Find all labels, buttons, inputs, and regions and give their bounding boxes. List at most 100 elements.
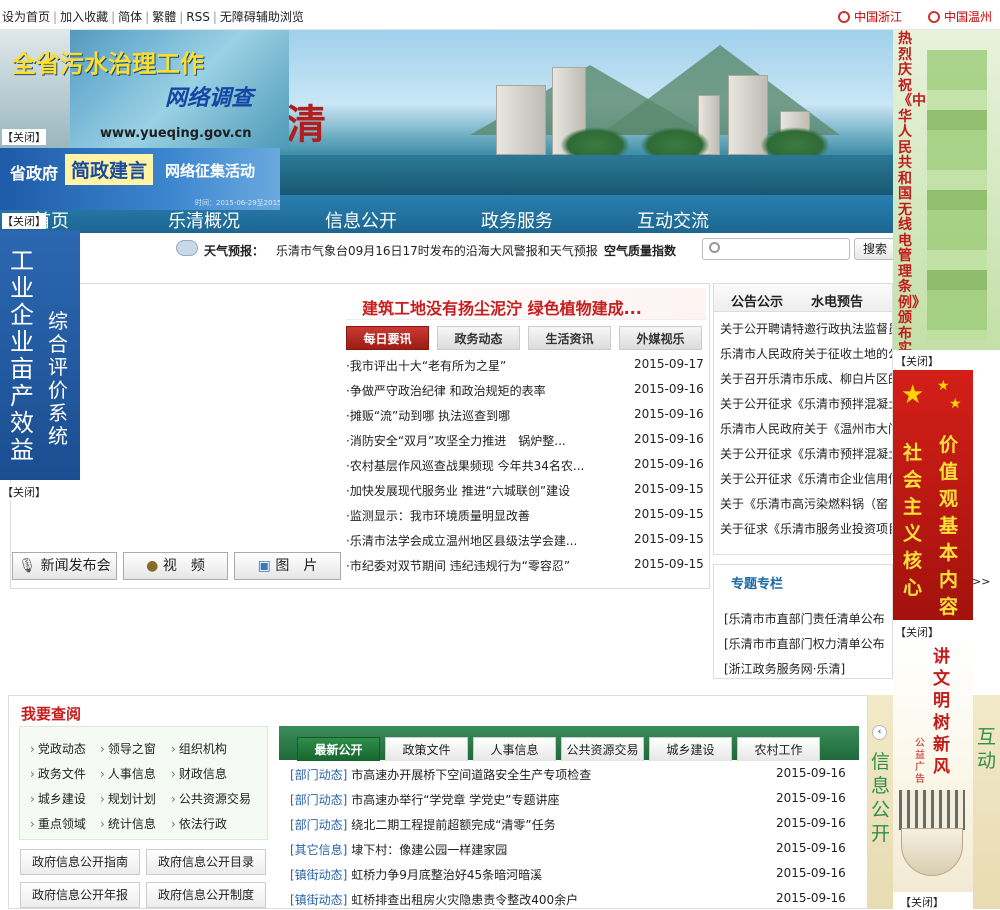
tab-public-resources[interactable]: 公共资源交易: [561, 737, 644, 761]
core-values-ad[interactable]: ★ ★ ★ 社会主义核心 价值观基本内容: [893, 370, 973, 620]
region-zhejiang-link[interactable]: 中国浙江: [838, 8, 902, 25]
news-date: 2015-09-16: [634, 382, 704, 396]
special-item[interactable]: [乐清市市直部门责任清单公布: [724, 610, 894, 627]
industry-evaluation-ad[interactable]: 工业企业亩产效益 综合评价系统: [0, 230, 80, 480]
latest-row[interactable]: [镇街动态] 虹桥排查出租房火灾隐患责令整改400余户 2015-09-16: [290, 891, 850, 908]
button-label: 视 频: [162, 558, 205, 574]
category-link[interactable]: › 组织机构: [171, 740, 227, 757]
region-wenzhou-link[interactable]: 中国温州: [928, 8, 992, 25]
notice-item[interactable]: 关于召开乐清市乐成、柳白片区的: [720, 370, 892, 387]
news-item[interactable]: ·农村基层作风巡查战果频现 今年共34名农... 2015-09-16: [346, 457, 704, 474]
notice-item[interactable]: 关于公开征求《乐清市预拌混凝土: [720, 395, 892, 412]
disclosure-rules-button[interactable]: 政府信息公开制度: [146, 882, 266, 908]
news-item[interactable]: ·争做严守政治纪律 和政治规矩的表率 2015-09-16: [346, 382, 704, 399]
press-conference-button[interactable]: 🎙 新闻发布会: [12, 552, 117, 580]
traditional-link[interactable]: 繁體: [152, 10, 176, 24]
nav-info-disclosure[interactable]: 信息公开: [325, 207, 397, 233]
category-link[interactable]: › 人事信息: [100, 765, 156, 782]
category-link[interactable]: › 依法行政: [171, 815, 227, 832]
lookup-title: 我要查阅: [21, 705, 82, 723]
notice-item[interactable]: 乐清市人民政府关于《温州市大门: [720, 420, 892, 437]
emblem-icon: [838, 11, 850, 23]
weather-forecast-link[interactable]: 乐清市气象台09月16日17时发布的沿海大风警报和天气预报: [276, 242, 598, 259]
prev-arrow-icon[interactable]: ‹: [872, 725, 887, 740]
row-category: [镇街动态]: [290, 893, 348, 907]
news-item[interactable]: ·加快发展现代服务业 推进“六城联创”建设 2015-09-15: [346, 482, 704, 499]
category-link[interactable]: › 政务文件: [30, 765, 86, 782]
close-ad-button[interactable]: 【关闭】: [2, 129, 46, 145]
rss-link[interactable]: RSS: [186, 10, 210, 24]
notice-item[interactable]: 关于征求《乐清市服务业投资项目: [720, 520, 892, 537]
tab-life-info[interactable]: 生活资讯: [528, 326, 611, 350]
special-item[interactable]: [乐清市市直部门权力清单公布: [724, 635, 894, 652]
category-link[interactable]: › 公共资源交易: [171, 790, 251, 807]
notice-item[interactable]: 关于公开征求《乐清市预拌混凝土: [720, 445, 892, 462]
latest-row[interactable]: [镇街动态] 虹桥力争9月底整治好45条暗河暗溪 2015-09-16: [290, 866, 850, 883]
radio-regulation-ad[interactable]: 热烈庆祝《中华人民共和国无线电管理条例》颁布实施22周年: [893, 30, 1000, 350]
accessibility-link[interactable]: 无障碍辅助浏览: [220, 10, 304, 24]
news-item[interactable]: ·监测显示：我市环境质量明显改善 2015-09-15: [346, 507, 704, 524]
category-link[interactable]: › 城乡建设: [30, 790, 86, 807]
video-button[interactable]: ● 视 频: [123, 552, 228, 580]
tab-rural-work[interactable]: 农村工作: [737, 737, 820, 761]
tab-latest[interactable]: 最新公开: [297, 737, 380, 761]
nav-interaction[interactable]: 互动交流: [637, 207, 709, 233]
close-ad-button[interactable]: 【关闭】: [895, 353, 939, 369]
category-link[interactable]: › 统计信息: [100, 815, 156, 832]
latest-row[interactable]: [其它信息] 埭下村：像建公园一样建家园 2015-09-16: [290, 841, 850, 858]
air-quality-link[interactable]: 空气质量指数: [604, 242, 676, 259]
special-item[interactable]: [浙江政务服务网·乐清]: [724, 660, 894, 677]
suggestion-campaign-ad[interactable]: 省政府 简政建言 网络征集活动 时间：2015-06-29至2015年底: [0, 148, 280, 210]
disclosure-guide-button[interactable]: 政府信息公开指南: [20, 849, 140, 875]
tab-utility-notices[interactable]: 水电预告: [811, 291, 863, 310]
set-homepage-link[interactable]: 设为首页: [2, 10, 50, 24]
news-date: 2015-09-15: [634, 507, 704, 521]
tab-foreign-media[interactable]: 外媒视乐: [619, 326, 702, 350]
tab-personnel[interactable]: 人事信息: [473, 737, 556, 761]
disclosure-annual-report-button[interactable]: 政府信息公开年报: [20, 882, 140, 908]
close-ad-button[interactable]: 【关闭】: [895, 624, 939, 640]
category-link[interactable]: › 规划计划: [100, 790, 156, 807]
add-favorite-link[interactable]: 加入收藏: [60, 10, 108, 24]
photo-button[interactable]: ▣ 图 片: [234, 552, 341, 580]
category-link[interactable]: › 财政信息: [171, 765, 227, 782]
nav-overview[interactable]: 乐清概况: [168, 207, 240, 233]
news-item[interactable]: ·我市评出十大“老有所为之星” 2015-09-17: [346, 357, 704, 374]
notice-item[interactable]: 关于《乐清市高污染燃料锅（窑: [720, 495, 892, 512]
notice-item[interactable]: 关于公开征求《乐清市企业信用信: [720, 470, 892, 487]
latest-row[interactable]: [部门动态] 市高速办举行“学党章 学党史”专题讲座 2015-09-16: [290, 791, 850, 808]
latest-row[interactable]: [部门动态] 绕北二期工程提前超额完成“清零”任务 2015-09-16: [290, 816, 850, 833]
simplified-link[interactable]: 简体: [118, 10, 142, 24]
news-item[interactable]: ·市纪委对双节期间 违纪违规行为“零容忍” 2015-09-15: [346, 557, 704, 574]
close-ad-button[interactable]: 【关闭】: [2, 484, 46, 500]
news-item[interactable]: ·摊贩“流”动到哪 执法巡查到哪 2015-09-16: [346, 407, 704, 424]
news-item[interactable]: ·消防安全“双月”攻坚全力推进 锅炉整... 2015-09-16: [346, 432, 704, 449]
ad-subtext: 公益广告: [915, 738, 925, 785]
close-ad-button[interactable]: 【关闭】: [900, 894, 944, 910]
news-item[interactable]: ·乐清市法学会成立温州地区县级法学会建... 2015-09-15: [346, 532, 704, 549]
row-category: [部门动态]: [290, 818, 348, 832]
nav-gov-services[interactable]: 政务服务: [481, 207, 553, 233]
headline-link[interactable]: 建筑工地没有扬尘泥泞 绿色植物建成...: [362, 295, 642, 319]
tab-daily-news[interactable]: 每日要讯: [346, 326, 429, 350]
disclosure-catalog-button[interactable]: 政府信息公开目录: [146, 849, 266, 875]
search-input[interactable]: [702, 238, 850, 260]
tab-announcements[interactable]: 公告公示: [731, 291, 783, 310]
tab-gov-affairs[interactable]: 政务动态: [437, 326, 520, 350]
ad-text: 工业企业亩产效益: [10, 247, 34, 464]
civility-ad[interactable]: 讲文明树新风 公益广告: [893, 640, 973, 892]
category-link[interactable]: › 领导之窗: [100, 740, 156, 757]
arrow-icon: ›: [171, 742, 176, 756]
notice-item[interactable]: 关于公开聘请特邀行政执法监督员: [720, 320, 892, 337]
search-button[interactable]: 搜索: [854, 238, 896, 260]
notice-item[interactable]: 乐清市人民政府关于征收土地的公告: [720, 345, 892, 362]
category-label: 领导之窗: [107, 742, 156, 756]
latest-row[interactable]: [部门动态] 市高速办开展桥下空间道路安全生产专项检查 2015-09-16: [290, 766, 850, 783]
category-link[interactable]: › 党政动态: [30, 740, 86, 757]
special-more-link[interactable]: >>: [972, 575, 990, 588]
site-logo-char: 清: [286, 101, 326, 148]
tab-urban-construction[interactable]: 城乡建设: [649, 737, 732, 761]
tab-policy-docs[interactable]: 政策文件: [385, 737, 468, 761]
category-link[interactable]: › 重点领域: [30, 815, 86, 832]
close-ad-button[interactable]: 【关闭】: [2, 213, 46, 229]
